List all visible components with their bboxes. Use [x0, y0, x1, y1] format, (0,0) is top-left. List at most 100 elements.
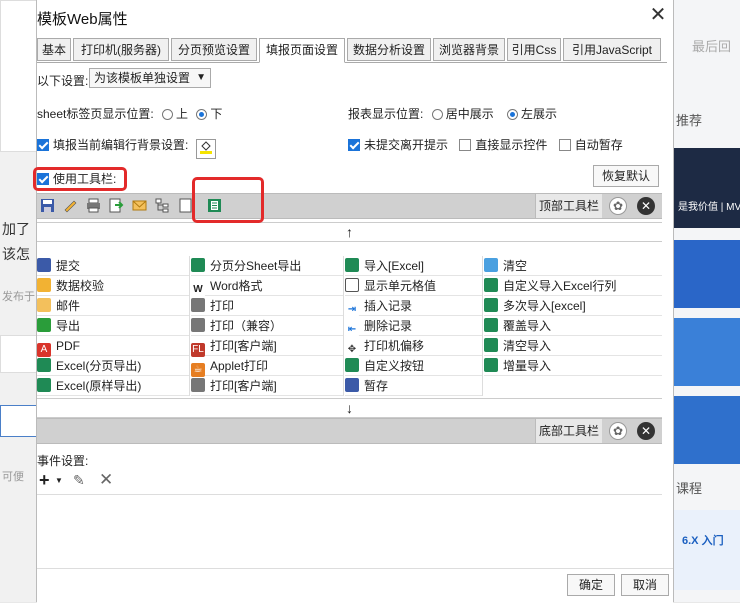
- grid-item-excel-original[interactable]: Excel(原样导出): [37, 376, 189, 396]
- paint-bucket-icon[interactable]: [195, 139, 216, 159]
- grid-item-delete-record[interactable]: ⇤ 删除记录: [345, 316, 482, 337]
- toolbar-button-grid: 提交 分页分Sheet导出 导入[Excel] 清空 数据校验 W Word格式 …: [37, 256, 662, 396]
- tab-data-analysis[interactable]: 数据分析设置: [347, 38, 431, 61]
- background-card: [0, 0, 38, 152]
- gear-icon[interactable]: ✿: [609, 197, 627, 215]
- radio-top[interactable]: [162, 109, 174, 120]
- tab-fill-page-settings[interactable]: 填报页面设置: [259, 38, 345, 63]
- direct-show-checkbox[interactable]: [459, 139, 472, 151]
- grid-item-pdf[interactable]: A PDF: [37, 336, 189, 357]
- event-list: [37, 494, 662, 567]
- grid-item-custom-import[interactable]: 自定义导入Excel行列: [484, 276, 662, 296]
- unsubmitted-checkbox[interactable]: [348, 139, 360, 151]
- top-toolbar-label: 顶部工具栏: [535, 194, 602, 218]
- grid-item-label: PDF: [56, 339, 80, 353]
- move-up-arrow[interactable]: ↑: [37, 222, 662, 242]
- grid-item-word[interactable]: W Word格式: [191, 276, 343, 297]
- save-icon: [345, 378, 359, 392]
- chevron-down-icon[interactable]: ▼: [55, 476, 63, 485]
- grid-item-email[interactable]: 邮件: [37, 296, 189, 316]
- print-icon: [191, 378, 205, 392]
- background-text: 加了: [2, 221, 30, 237]
- chevron-down-icon: ▼: [196, 72, 206, 83]
- print-icon: [191, 318, 205, 332]
- direct-show-label: 直接显示控件: [475, 138, 548, 152]
- move-down-arrow[interactable]: ↓: [37, 398, 662, 418]
- close-icon[interactable]: ✕: [649, 5, 667, 25]
- email-icon[interactable]: [131, 197, 148, 214]
- tab-browser-background[interactable]: 浏览器背景: [433, 38, 505, 61]
- email-icon: [37, 298, 51, 312]
- restore-default-button[interactable]: 恢复默认: [593, 165, 659, 187]
- background-tile: [674, 396, 740, 464]
- radio-top-label: 上: [176, 107, 189, 121]
- settings-label: 以下设置:: [37, 74, 89, 88]
- save-icon[interactable]: [39, 197, 56, 214]
- grid-item-temp-save[interactable]: 暂存: [345, 376, 482, 396]
- radio-center[interactable]: [431, 109, 443, 120]
- grid-item-export[interactable]: 导出: [37, 316, 189, 336]
- grid-item-label: Excel(原样导出): [56, 379, 142, 393]
- add-icon[interactable]: +: [39, 470, 50, 491]
- background-tile: 6.X 入门: [674, 510, 740, 590]
- dialog-title: 模板Web属性: [37, 11, 128, 28]
- grid-item-printer-offset[interactable]: ✥ 打印机偏移: [345, 336, 482, 357]
- tree-icon[interactable]: [154, 197, 171, 214]
- background-card: [0, 405, 38, 437]
- grid-item-label: 删除记录: [364, 319, 413, 333]
- grid-item-label: Applet打印: [210, 359, 269, 373]
- grid-item-insert-record[interactable]: ⇥ 插入记录: [345, 296, 482, 317]
- cancel-button[interactable]: 取消: [621, 574, 669, 596]
- grid-item-show-cell-value[interactable]: 显示单元格值: [345, 276, 482, 296]
- excel-icon: [191, 258, 205, 272]
- grid-item-custom-button[interactable]: 自定义按钮: [345, 356, 482, 376]
- bg-setting-checkbox[interactable]: [37, 139, 49, 151]
- grid-item-label: 导入[Excel]: [364, 259, 425, 273]
- grid-item-overwrite-import[interactable]: 覆盖导入: [484, 316, 662, 336]
- grid-item-print-client-2[interactable]: 打印[客户端]: [191, 376, 343, 396]
- edit-icon[interactable]: ✎: [73, 472, 85, 489]
- tab-basic[interactable]: 基本: [37, 38, 71, 61]
- radio-left[interactable]: [507, 109, 519, 120]
- sheet-tab-position-row: sheet标签页显示位置: 上 下: [37, 105, 222, 122]
- grid-item-print-compat[interactable]: 打印（兼容）: [191, 316, 343, 336]
- edit-icon[interactable]: [62, 197, 79, 214]
- grid-item-import-excel[interactable]: 导入[Excel]: [345, 256, 482, 276]
- grid-item-clear[interactable]: 清空: [484, 256, 662, 276]
- autosave-checkbox[interactable]: [558, 139, 571, 151]
- move-icon: ✥: [345, 343, 359, 357]
- background-text: 6.X 入门: [682, 535, 724, 547]
- grid-item-print[interactable]: 打印: [191, 296, 343, 316]
- grid-item-multi-import[interactable]: 多次导入[excel]: [484, 296, 662, 316]
- grid-item-print-client[interactable]: FL 打印[客户端]: [191, 336, 343, 357]
- background-tile: [674, 240, 740, 308]
- grid-item-validate[interactable]: 数据校验: [37, 276, 189, 296]
- template-web-properties-dialog: 模板Web属性 ✕ 基本 打印机(服务器) 分页预览设置 填报页面设置 数据分析…: [33, 0, 674, 603]
- tab-javascript[interactable]: 引用JavaScript: [563, 38, 661, 61]
- export-icon[interactable]: [108, 197, 125, 214]
- tab-printer-server[interactable]: 打印机(服务器): [73, 38, 169, 61]
- gear-icon[interactable]: ✿: [609, 422, 627, 440]
- delete-icon[interactable]: ✕: [99, 470, 113, 490]
- grid-item-incremental-import[interactable]: 增量导入: [484, 356, 662, 376]
- event-toolbar: + ▼ ✎ ✕: [37, 470, 237, 492]
- print-icon[interactable]: [85, 197, 102, 214]
- grid-item-sheet-export[interactable]: 分页分Sheet导出: [191, 256, 343, 276]
- ok-button[interactable]: 确定: [567, 574, 615, 596]
- grid-item-submit[interactable]: 提交: [37, 256, 189, 276]
- grid-item-label: 邮件: [56, 299, 81, 313]
- grid-item-label: 暂存: [364, 379, 389, 393]
- close-toolbar-icon[interactable]: ✕: [637, 197, 655, 215]
- settings-select[interactable]: 为该模板单独设置 ▼: [89, 68, 211, 88]
- tab-pagination-preview[interactable]: 分页预览设置: [171, 38, 257, 61]
- grid-item-applet-print[interactable]: ☕ Applet打印: [191, 356, 343, 377]
- grid-item-excel-paged[interactable]: Excel(分页导出): [37, 356, 189, 376]
- excel-icon: [484, 298, 498, 312]
- grid-item-clear-import[interactable]: 清空导入: [484, 336, 662, 356]
- radio-bottom[interactable]: [196, 109, 208, 120]
- tab-css[interactable]: 引用Css: [507, 38, 561, 61]
- applet-icon: ☕: [191, 363, 205, 377]
- background-text: 可便: [2, 471, 24, 483]
- close-toolbar-icon[interactable]: ✕: [637, 422, 655, 440]
- insert-icon: ⇥: [345, 303, 359, 317]
